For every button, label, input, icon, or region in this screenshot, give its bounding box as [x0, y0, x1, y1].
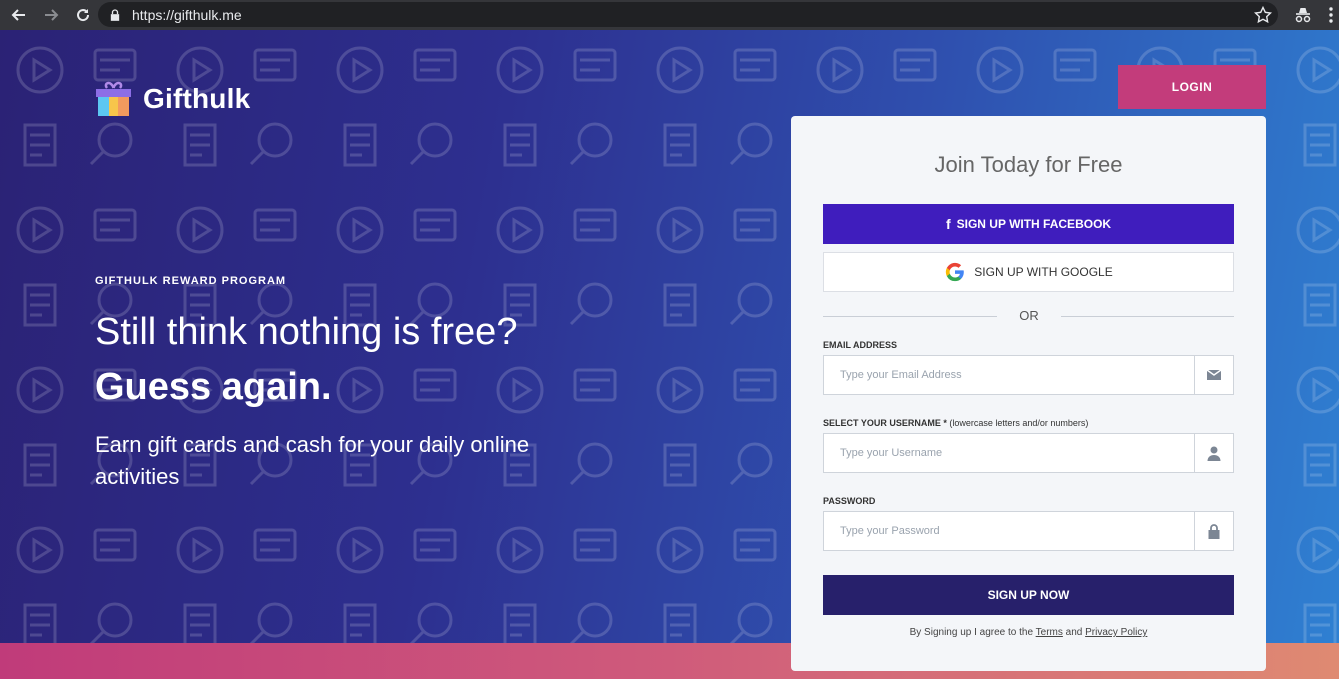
username-hint: (lowercase letters and/or numbers) — [949, 418, 1089, 428]
google-icon — [946, 262, 965, 282]
email-label: EMAIL ADDRESS — [823, 340, 898, 350]
password-input[interactable] — [824, 512, 1194, 550]
password-label: PASSWORD — [823, 496, 876, 506]
google-signup-button[interactable]: SIGN UP WITH GOOGLE — [823, 252, 1234, 292]
facebook-icon: f — [945, 216, 951, 232]
terms-prefix: By Signing up I agree to the — [909, 627, 1034, 638]
email-field — [823, 355, 1234, 395]
arrow-right-icon — [45, 9, 59, 21]
google-signup-label: SIGN UP WITH GOOGLE — [974, 265, 1113, 279]
brand-name: Gifthulk — [143, 82, 251, 114]
arrow-left-icon — [11, 9, 25, 21]
hero-headline-bold: Guess again. — [95, 366, 332, 408]
browser-toolbar: https://gifthulk.me — [0, 0, 1339, 30]
signup-card: Join Today for Free f SIGN UP WITH FACEB… — [791, 116, 1266, 671]
reload-button[interactable] — [70, 2, 96, 28]
username-label: SELECT YOUR USERNAME * (lowercase letter… — [823, 418, 1088, 428]
signup-submit-button[interactable]: SIGN UP NOW — [823, 575, 1234, 615]
username-input[interactable] — [824, 434, 1194, 472]
privacy-policy-link[interactable]: Privacy Policy — [1085, 627, 1147, 638]
hero-subline: Earn gift cards and cash for your daily … — [95, 432, 530, 489]
username-label-text: SELECT YOUR USERNAME * — [823, 418, 947, 428]
hero-headline: Still think nothing is free? — [95, 311, 518, 353]
forward-button[interactable] — [38, 2, 64, 28]
terms-and: and — [1065, 627, 1083, 638]
facebook-signup-label: SIGN UP WITH FACEBOOK — [956, 217, 1112, 231]
vertical-dots-icon[interactable] — [1326, 6, 1336, 24]
gift-box-icon — [95, 80, 132, 117]
incognito-icon[interactable] — [1293, 6, 1313, 24]
program-label: GIFTHULK REWARD PROGRAM — [95, 275, 287, 287]
brand-logo[interactable]: Gifthulk — [95, 80, 250, 117]
lock-icon — [1194, 512, 1233, 550]
terms-text: By Signing up I agree to the Terms and P… — [791, 627, 1266, 638]
reload-icon — [77, 9, 90, 22]
url-text: https://gifthulk.me — [132, 6, 242, 23]
user-icon — [1194, 434, 1233, 472]
email-input[interactable] — [824, 356, 1194, 394]
address-bar[interactable]: https://gifthulk.me — [98, 2, 1278, 27]
envelope-icon — [1194, 356, 1233, 394]
star-icon[interactable] — [1254, 6, 1272, 24]
facebook-signup-button[interactable]: f SIGN UP WITH FACEBOOK — [823, 204, 1234, 244]
login-button[interactable]: LOGIN — [1118, 65, 1266, 109]
username-field — [823, 433, 1234, 473]
password-field — [823, 511, 1234, 551]
terms-link[interactable]: Terms — [1036, 627, 1063, 638]
signup-title: Join Today for Free — [934, 152, 1123, 177]
or-label: OR — [997, 308, 1061, 323]
back-button[interactable] — [6, 2, 32, 28]
lock-icon — [110, 8, 122, 22]
